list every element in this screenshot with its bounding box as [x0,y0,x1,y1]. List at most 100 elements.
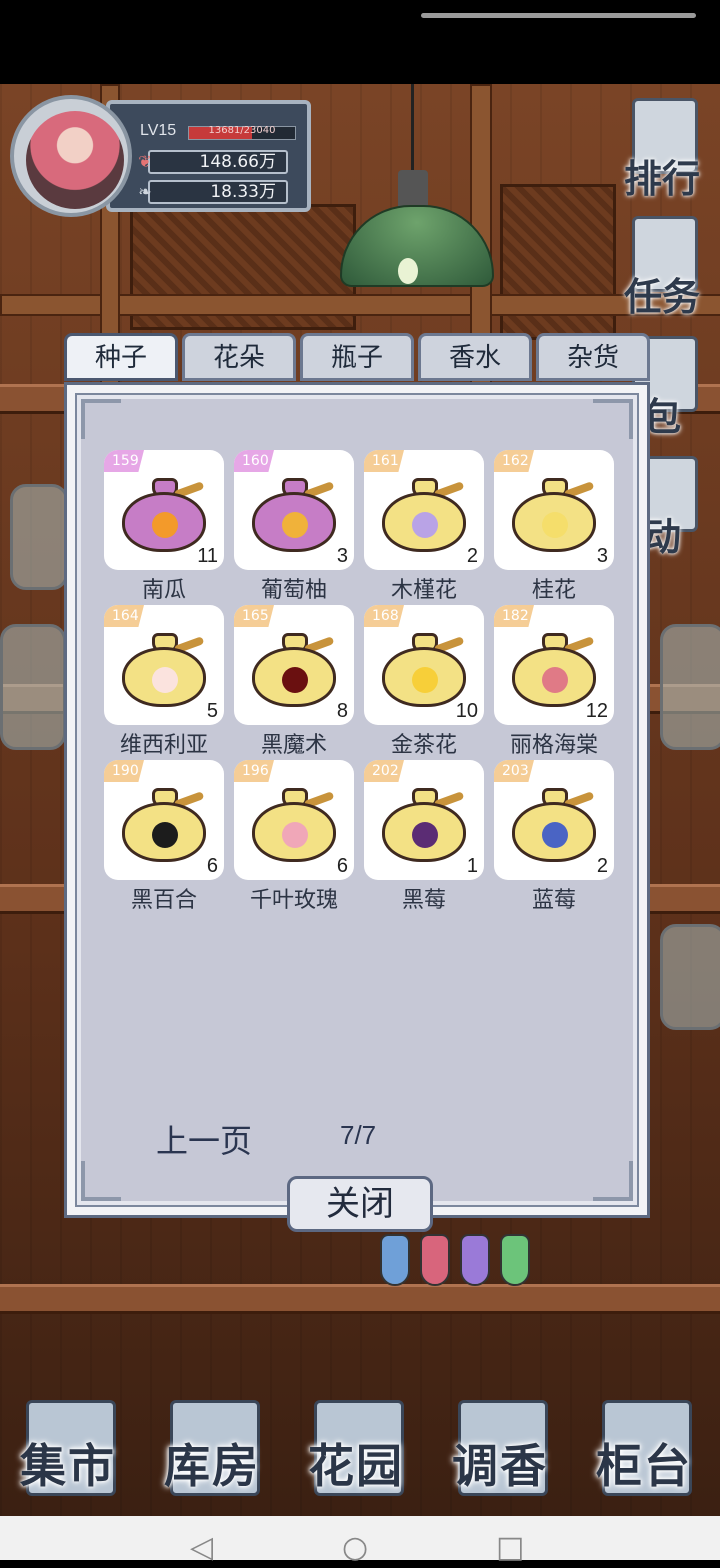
corner-ornament [81,399,121,439]
currency-petals-value: 148.66万 [199,152,276,172]
status-bar [0,0,720,84]
ranking-button[interactable]: 排行 [614,92,710,202]
seed-item[interactable]: 203 2 蓝莓 [494,760,614,915]
task-button[interactable]: 任务 [614,210,710,320]
seed-bag-icon [512,476,596,552]
seed-art-icon [152,512,178,538]
nav-garden[interactable]: 花园 [292,1400,420,1500]
seed-card: 202 1 [364,760,484,880]
nav-blending-label: 调香 [452,1439,548,1493]
seed-art-icon [412,512,438,538]
seed-art-icon [282,822,308,848]
nav-storehouse[interactable]: 库房 [148,1400,276,1500]
item-id-badge: 165 [234,605,274,627]
item-count: 8 [336,700,348,722]
exp-bar: 13681/23040 [188,125,296,140]
item-id-badge: 168 [364,605,404,627]
seed-item[interactable]: 168 10 金茶花 [364,605,484,760]
seed-card: 162 3 [494,450,614,570]
seed-item[interactable]: 196 6 千叶玫瑰 [234,760,354,915]
item-id-badge: 162 [494,450,534,472]
item-name: 黑百合 [130,888,197,913]
recents-icon[interactable]: □ [496,1528,524,1568]
item-count: 5 [206,700,218,722]
tab-bottles[interactable]: 瓶子 [300,333,414,381]
seed-art-icon [542,822,568,848]
item-name: 蓝莓 [531,888,576,913]
currency-leaves-value: 18.33万 [210,182,276,202]
seed-art-icon [542,667,568,693]
seed-item[interactable]: 164 5 维西利亚 [104,605,224,760]
exp-text: 13681/23040 [208,125,276,136]
seed-item[interactable]: 190 6 黑百合 [104,760,224,915]
seed-item[interactable]: 165 8 黑魔术 [234,605,354,760]
seed-item[interactable]: 202 1 黑莓 [364,760,484,915]
seed-art-icon [282,667,308,693]
item-id-badge: 202 [364,760,404,782]
item-count: 2 [466,545,478,567]
seed-art-icon [282,512,308,538]
player-level: LV15 [140,122,177,139]
item-count: 1 [466,855,478,877]
seed-item[interactable]: 162 3 桂花 [494,450,614,605]
close-button[interactable]: 关闭 [287,1176,433,1232]
seed-bag-icon [382,786,466,862]
page-indicator: 7/7 [340,1120,377,1150]
tab-perfume[interactable]: 香水 [418,333,532,381]
task-label: 任务 [623,274,700,319]
seed-card: 159 11 [104,450,224,570]
item-count: 6 [206,855,218,877]
seed-art-icon [152,667,178,693]
seed-card: 203 2 [494,760,614,880]
item-id-badge: 196 [234,760,274,782]
seed-card: 190 6 [104,760,224,880]
item-name: 黑莓 [401,888,446,913]
ranking-label: 排行 [623,156,700,201]
seed-card: 196 6 [234,760,354,880]
lamp-cord [411,84,414,174]
category-tabs: 种子 花朵 瓶子 香水 杂货 [64,333,650,381]
seed-bag-icon [252,631,336,707]
tab-seeds[interactable]: 种子 [64,333,178,381]
tab-flowers[interactable]: 花朵 [182,333,296,381]
nav-counter-label: 柜台 [596,1439,692,1493]
seed-item[interactable]: 159 11 南瓜 [104,450,224,605]
perfume-bottle [460,1234,490,1286]
item-name: 金茶花 [390,733,457,758]
home-icon[interactable]: ○ [342,1528,368,1568]
seed-bag-icon [122,786,206,862]
nav-counter[interactable]: 柜台 [580,1400,708,1500]
seed-item[interactable]: 182 12 丽格海棠 [494,605,614,760]
item-id-badge: 182 [494,605,534,627]
petal-icon: ❦ [138,152,152,171]
seed-bag-icon [382,631,466,707]
leaf-icon: ❧ [138,182,152,201]
seed-item[interactable]: 160 3 葡萄柚 [234,450,354,605]
seed-art-icon [412,822,438,848]
seed-bag-icon [382,476,466,552]
player-stats: LV15 13681/23040 ❦ 148.66万 ❧ 18.33万 [106,100,311,212]
avatar-frame[interactable] [10,95,132,217]
player-card[interactable]: LV15 13681/23040 ❦ 148.66万 ❧ 18.33万 [10,95,315,217]
nav-blending[interactable]: 调香 [436,1400,564,1500]
item-count: 3 [596,545,608,567]
seed-card: 164 5 [104,605,224,725]
item-name: 葡萄柚 [260,578,327,603]
prev-page-button[interactable]: 上一页 [156,1116,252,1162]
seed-bag-icon [252,476,336,552]
item-id-badge: 190 [104,760,144,782]
tab-misc[interactable]: 杂货 [536,333,650,381]
item-name: 桂花 [531,578,576,603]
item-count: 2 [596,855,608,877]
seed-card: 182 12 [494,605,614,725]
nav-market[interactable]: 集市 [4,1400,132,1500]
bottom-nav: 集市 库房 花园 调香 柜台 [0,1390,720,1516]
nav-market-label: 集市 [20,1439,116,1493]
lamp-socket [398,170,428,210]
seed-item[interactable]: 161 2 木槿花 [364,450,484,605]
item-name: 丽格海棠 [509,733,598,758]
glass-jar [660,624,720,750]
seed-bag-icon [122,476,206,552]
corner-ornament [593,399,633,439]
back-icon[interactable]: ◁ [190,1528,213,1568]
